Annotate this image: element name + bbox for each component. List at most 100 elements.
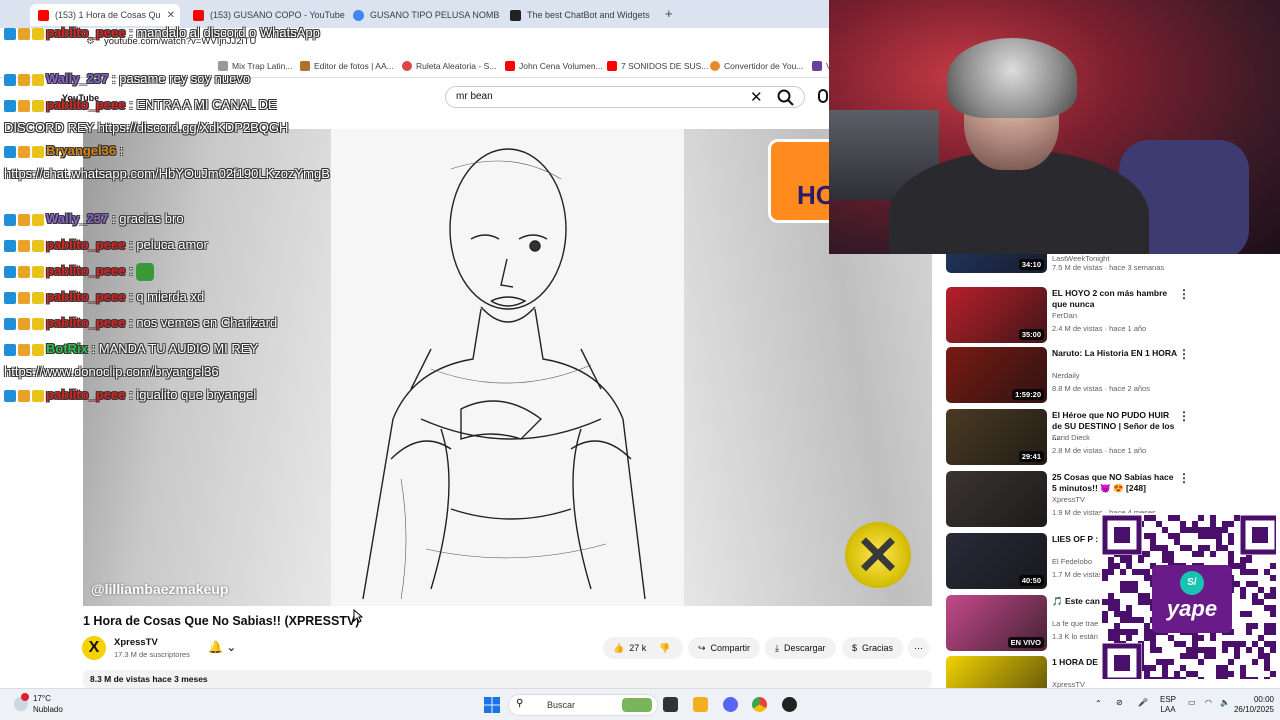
channel-name[interactable]: XpressTV bbox=[1052, 495, 1085, 504]
bookmark-icon bbox=[402, 61, 412, 71]
tab-label: GUSANO TIPO PELUSA NOMBR bbox=[370, 10, 500, 20]
more-options-icon[interactable]: ⋮ bbox=[1178, 287, 1190, 301]
download-icon: ⤓ bbox=[775, 642, 779, 653]
like-button[interactable]: 👍 27 k 👎 bbox=[603, 637, 683, 659]
thumbs-down-icon[interactable]: 👎 bbox=[659, 643, 670, 654]
new-tab-button[interactable]: + bbox=[665, 6, 673, 21]
video-description-meta[interactable]: 8.3 M de vistas hace 3 meses bbox=[83, 670, 932, 688]
more-options-icon[interactable]: ⋮ bbox=[1178, 409, 1190, 423]
youtube-favicon-icon bbox=[38, 9, 49, 21]
tab-3[interactable]: GUSANO TIPO PELUSA NOMBR ✕ bbox=[345, 4, 500, 26]
network-off-icon[interactable]: ⊘ bbox=[1116, 698, 1123, 708]
thumbs-up-icon: 👍 bbox=[613, 642, 625, 653]
youtube-favicon-icon bbox=[193, 9, 204, 21]
recommendation-item[interactable]: 35:00 EL HOYO 2 con más hambre que nunca F… bbox=[946, 287, 1276, 343]
tab-4[interactable]: The best ChatBot and Widgets ✕ bbox=[502, 4, 657, 26]
bookmark-label: John Cena Volumen... bbox=[519, 61, 603, 71]
channel-name[interactable]: LastWeekTonight bbox=[1052, 254, 1109, 263]
channel-subscribers: 17.3 M de suscriptores bbox=[114, 650, 190, 659]
tray-chevron-icon[interactable]: ⌃ bbox=[1095, 699, 1102, 709]
video-blur-left bbox=[83, 129, 331, 606]
url-text[interactable]: youtube.com/watch?v=WVIjnJJ2iTU bbox=[104, 36, 256, 47]
more-actions-button[interactable]: ⋯ bbox=[908, 637, 929, 659]
discord-icon[interactable] bbox=[723, 697, 738, 712]
video-thumbnail[interactable] bbox=[946, 471, 1047, 527]
tab-2[interactable]: (153) GUSANO COPO - YouTube ✕ bbox=[185, 4, 345, 26]
windows-start-icon[interactable] bbox=[484, 697, 500, 713]
bookmark-icon bbox=[607, 61, 617, 71]
video-thumbnail[interactable]: EN VIVO bbox=[946, 595, 1047, 651]
bookmark-item[interactable]: 7 SONIDOS DE SUS... bbox=[607, 61, 708, 71]
task-view-icon[interactable] bbox=[663, 697, 678, 712]
video-duration: 1:59:20 bbox=[1012, 389, 1044, 400]
video-views: 8.8 M de vistas · hace 2 años bbox=[1052, 384, 1150, 393]
video-views: 7.5 M de vistas · hace 3 semanas bbox=[1052, 263, 1165, 272]
orange-overlay-badge: HO bbox=[768, 139, 836, 223]
bookmark-icon bbox=[710, 61, 720, 71]
recommendation-item[interactable]: 29:41 El Héroe que NO PUDO HUIR de SU DES… bbox=[946, 409, 1276, 465]
recommendation-item[interactable]: 1:59:20 Naruto: La Historia EN 1 HORA Nerd… bbox=[946, 347, 1276, 403]
address-bar[interactable]: ⚙ youtube.com/watch?v=WVIjnJJ2iTU bbox=[0, 28, 830, 56]
video-thumbnail[interactable]: 29:41 bbox=[946, 409, 1047, 465]
bookmark-label: Ruleta Aleatoria - S... bbox=[416, 61, 497, 71]
bookmark-item[interactable]: Editor de fotos | AA... bbox=[300, 61, 394, 71]
download-label: Descargar bbox=[783, 643, 826, 653]
video-duration: 34:10 bbox=[1018, 259, 1044, 270]
video-duration: 29:41 bbox=[1018, 451, 1044, 462]
botrix-favicon-icon bbox=[510, 9, 521, 21]
windows-taskbar: 17°C Nublado Buscar ⚲ ⌃ ⊘ 🎤 ESP LAA ▭ ◠ 🔈… bbox=[0, 688, 1280, 720]
video-thumbnail[interactable]: 40:50 bbox=[946, 533, 1047, 589]
close-tab-icon[interactable]: ✕ bbox=[656, 10, 657, 21]
channel-name[interactable]: El Fedelobo bbox=[1052, 557, 1092, 566]
bookmark-icon bbox=[812, 61, 822, 71]
wifi-icon[interactable]: ◠ bbox=[1205, 698, 1212, 708]
google-favicon-icon bbox=[353, 9, 364, 21]
video-duration: 40:50 bbox=[1018, 575, 1044, 586]
volume-icon[interactable]: 🔈 bbox=[1220, 698, 1230, 708]
channel-name[interactable]: La fe que trae bbox=[1052, 619, 1098, 628]
channel-name[interactable]: FerDan bbox=[1052, 311, 1077, 320]
channel-name[interactable]: Farid Dieck bbox=[1052, 433, 1090, 442]
channel-name[interactable]: Nerdaily bbox=[1052, 371, 1080, 380]
chrome-icon[interactable] bbox=[752, 697, 767, 712]
weather-widget[interactable]: 17°C Nublado bbox=[33, 693, 63, 715]
video-player[interactable]: @lilliambaezmakeup HO ✕ bbox=[83, 129, 932, 606]
search-icon[interactable] bbox=[776, 88, 796, 106]
bookmark-item[interactable]: John Cena Volumen... bbox=[505, 61, 603, 71]
bookmark-item[interactable]: Mix Trap Latin... bbox=[218, 61, 292, 71]
monitor-icon[interactable]: ▭ bbox=[1188, 698, 1196, 708]
file-explorer-icon[interactable] bbox=[693, 697, 708, 712]
language-indicator[interactable]: ESP LAA bbox=[1160, 695, 1176, 715]
close-tab-icon[interactable]: ✕ bbox=[167, 10, 175, 21]
video-watermark: @lilliambaezmakeup bbox=[91, 581, 229, 597]
obs-icon[interactable] bbox=[782, 697, 797, 712]
video-thumbnail[interactable]: 35:00 bbox=[946, 287, 1047, 343]
taskbar-search-label: Buscar bbox=[547, 700, 576, 710]
mic-tray-icon[interactable]: 🎤 bbox=[1138, 698, 1148, 708]
tab-active[interactable]: (153) 1 Hora de Cosas Qu ✕ bbox=[30, 4, 180, 26]
notification-bell-icon[interactable]: 🔔 ⌄ bbox=[208, 640, 236, 654]
channel-avatar[interactable]: X bbox=[82, 636, 106, 660]
thanks-button[interactable]: $ Gracias bbox=[842, 637, 904, 659]
video-thumbnail[interactable]: 1:59:20 bbox=[946, 347, 1047, 403]
share-button[interactable]: ↪ Compartir bbox=[688, 637, 761, 659]
yape-brand: yape bbox=[1166, 596, 1218, 621]
clock[interactable]: 00:00 26/10/2025 bbox=[1232, 695, 1274, 715]
video-title[interactable]: Naruto: La Historia EN 1 HORA bbox=[1052, 348, 1178, 359]
yellow-x-icon: ✕ bbox=[845, 522, 911, 588]
video-title[interactable]: EL HOYO 2 con más hambre que nunca bbox=[1052, 288, 1178, 310]
bookmark-item[interactable]: Convertidor de You... bbox=[710, 61, 803, 71]
more-options-icon[interactable]: ⋮ bbox=[1178, 347, 1190, 361]
video-views: 2.4 M de vistas · hace 1 año bbox=[1052, 324, 1147, 333]
download-button[interactable]: ⤓ Descargar bbox=[765, 637, 836, 659]
tab-label: (153) GUSANO COPO - YouTube bbox=[210, 10, 345, 20]
site-info-icon[interactable]: ⚙ bbox=[86, 36, 95, 47]
clear-search-icon[interactable]: ✕ bbox=[750, 88, 763, 106]
notification-dot-icon bbox=[21, 693, 29, 701]
video-title[interactable]: 25 Cosas que NO Sabías hace 5 minutos!! … bbox=[1052, 472, 1178, 494]
mic-icon[interactable] bbox=[818, 89, 828, 103]
more-options-icon[interactable]: ⋮ bbox=[1178, 471, 1190, 485]
youtube-logo[interactable]: YouTube bbox=[62, 93, 99, 103]
channel-name[interactable]: XpressTV bbox=[114, 637, 158, 648]
bookmark-item[interactable]: Ruleta Aleatoria - S... bbox=[402, 61, 496, 71]
